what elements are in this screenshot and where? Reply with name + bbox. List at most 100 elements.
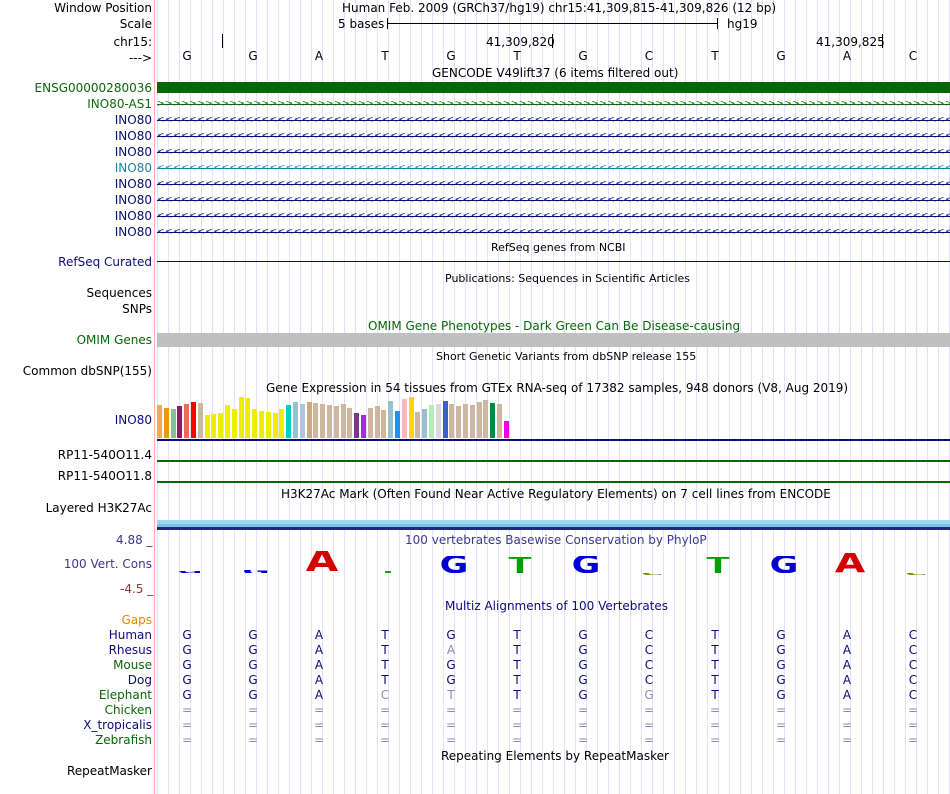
phylop-track-title: 100 vertebrates Basewise Conservation by…: [405, 533, 707, 547]
sequences-label[interactable]: Sequences: [87, 286, 152, 300]
repeatmasker-label[interactable]: RepeatMasker: [67, 764, 152, 778]
gtex-tissue-bar[interactable]: [408, 397, 414, 438]
gtex-tissue-bar[interactable]: [327, 405, 332, 438]
gtex-tissue-bar[interactable]: [306, 402, 312, 438]
phylop-base-logo[interactable]: C: [583, 573, 721, 575]
gtex-tissue-bar[interactable]: [191, 402, 196, 438]
gtex-tissue-bar[interactable]: [157, 405, 162, 438]
gtex-tissue-bar[interactable]: [354, 413, 360, 438]
species-label[interactable]: Mouse: [113, 658, 152, 672]
gtex-tissue-bar[interactable]: [503, 421, 509, 438]
species-label[interactable]: X_tropicalis: [83, 718, 152, 732]
gtex-tissue-bar[interactable]: [272, 413, 278, 438]
gtex-tissue-bar[interactable]: [401, 399, 407, 438]
gtex-tissue-bar[interactable]: [490, 403, 496, 438]
gencode-gene-label[interactable]: INO80: [115, 209, 152, 223]
gtex-tissue-bar[interactable]: [184, 404, 190, 438]
phylop-base-logo[interactable]: T: [488, 557, 552, 573]
phylop-base-logo[interactable]: A: [290, 551, 354, 573]
gencode-gene-label[interactable]: INO80-AS1: [87, 97, 152, 111]
phylop-base-logo[interactable]: G: [554, 556, 618, 573]
gtex-tissue-bar[interactable]: [435, 404, 441, 438]
snps-label[interactable]: SNPs: [122, 302, 152, 316]
omim-gene-bar[interactable]: [157, 333, 950, 347]
gene-exon-bar[interactable]: [157, 82, 950, 93]
phylop-label[interactable]: 100 Vert. Cons: [64, 557, 152, 571]
phylop-base-logo[interactable]: G: [752, 556, 816, 573]
gtex-tissue-bar[interactable]: [252, 409, 258, 438]
species-label[interactable]: Human: [109, 628, 152, 642]
gtex-tissue-bar[interactable]: [340, 404, 346, 438]
gtex-tissue-bar[interactable]: [238, 397, 244, 438]
refseq-gene-line[interactable]: [157, 261, 950, 262]
rp11-540o11-4-label[interactable]: RP11-540O11.4: [58, 448, 152, 462]
gtex-tissue-bar[interactable]: [231, 409, 237, 438]
dbsnp-label[interactable]: Common dbSNP(155): [23, 364, 152, 378]
gencode-gene-label[interactable]: INO80: [115, 177, 152, 191]
gencode-gene-label[interactable]: INO80: [115, 161, 152, 175]
gtex-tissue-bar[interactable]: [442, 401, 448, 438]
gtex-tissue-bar[interactable]: [279, 409, 285, 438]
species-label[interactable]: Chicken: [105, 703, 152, 717]
rp11-540o11-8-line[interactable]: [157, 481, 950, 483]
gtex-tissue-bar[interactable]: [497, 404, 502, 438]
gencode-gene-label[interactable]: INO80: [115, 225, 152, 239]
species-label[interactable]: Elephant: [99, 688, 152, 702]
gtex-tissue-bar[interactable]: [483, 400, 489, 438]
gtex-tissue-bar[interactable]: [286, 405, 292, 438]
h3k27ac-signal-base[interactable]: [157, 527, 950, 530]
gtex-tissue-bar[interactable]: [388, 401, 394, 438]
gtex-tissue-bar[interactable]: [476, 402, 482, 438]
gtex-tissue-bar[interactable]: [463, 404, 468, 438]
gtex-tissue-bar[interactable]: [381, 410, 387, 438]
gtex-tissue-bar[interactable]: [218, 413, 224, 438]
gtex-tissue-bar[interactable]: [204, 415, 210, 438]
gtex-tissue-bar[interactable]: [313, 403, 319, 438]
gencode-gene-label[interactable]: INO80: [115, 145, 152, 159]
gtex-tissue-bar[interactable]: [320, 404, 326, 438]
gencode-gene-label[interactable]: INO80: [115, 113, 152, 127]
species-label[interactable]: Dog: [128, 673, 152, 687]
gtex-tissue-bar[interactable]: [211, 414, 217, 438]
gtex-tissue-bar[interactable]: [163, 408, 169, 438]
omim-label[interactable]: OMIM Genes: [77, 333, 152, 347]
gtex-tissue-bar[interactable]: [197, 403, 203, 438]
species-label[interactable]: Rhesus: [109, 643, 152, 657]
gtex-tissue-bar[interactable]: [469, 405, 475, 438]
phylop-base-logo[interactable]: C: [847, 573, 950, 575]
gtex-tissue-bar[interactable]: [259, 411, 264, 438]
gtex-tissue-bar[interactable]: [367, 408, 373, 438]
gtex-tissue-bar[interactable]: [333, 406, 339, 438]
window-position-label: Window Position: [54, 1, 152, 15]
gtex-tissue-bar[interactable]: [456, 406, 462, 438]
rp11-540o11-8-label[interactable]: RP11-540O11.8: [58, 469, 152, 483]
gtex-tissue-bar[interactable]: [177, 406, 183, 438]
gtex-tissue-bar[interactable]: [265, 412, 271, 438]
gtex-tissue-bar[interactable]: [299, 404, 305, 438]
gtex-tissue-bar[interactable]: [347, 408, 353, 438]
gencode-gene-label[interactable]: ENSG00000280036: [35, 81, 152, 95]
gtex-tissue-bar[interactable]: [415, 412, 421, 438]
gtex-tissue-bar[interactable]: [225, 405, 230, 438]
gtex-tissue-bar[interactable]: [293, 402, 298, 438]
alignment-base: =: [247, 718, 259, 732]
gtex-label[interactable]: INO80: [115, 413, 152, 427]
species-label[interactable]: Zebrafish: [95, 733, 152, 747]
gencode-gene-label[interactable]: INO80: [115, 129, 152, 143]
gencode-gene-label[interactable]: INO80: [115, 193, 152, 207]
gaps-label[interactable]: Gaps: [121, 613, 152, 627]
gtex-tissue-bar[interactable]: [245, 398, 251, 438]
phylop-base-logo[interactable]: T: [686, 557, 750, 573]
gtex-tissue-bar[interactable]: [395, 411, 400, 438]
gtex-tissue-bar[interactable]: [429, 405, 434, 438]
phylop-base-logo[interactable]: G: [422, 556, 486, 573]
gtex-tissue-bar[interactable]: [422, 409, 428, 438]
refseq-label[interactable]: RefSeq Curated: [58, 255, 152, 269]
rp11-540o11-4-line[interactable]: [157, 460, 950, 462]
gtex-tissue-bar[interactable]: [449, 404, 455, 438]
gtex-tissue-bar[interactable]: [170, 409, 176, 438]
h3k27ac-label[interactable]: Layered H3K27Ac: [46, 501, 152, 515]
phylop-base-logo[interactable]: A: [818, 553, 882, 573]
gtex-tissue-bar[interactable]: [361, 415, 366, 438]
gtex-tissue-bar[interactable]: [374, 406, 380, 438]
